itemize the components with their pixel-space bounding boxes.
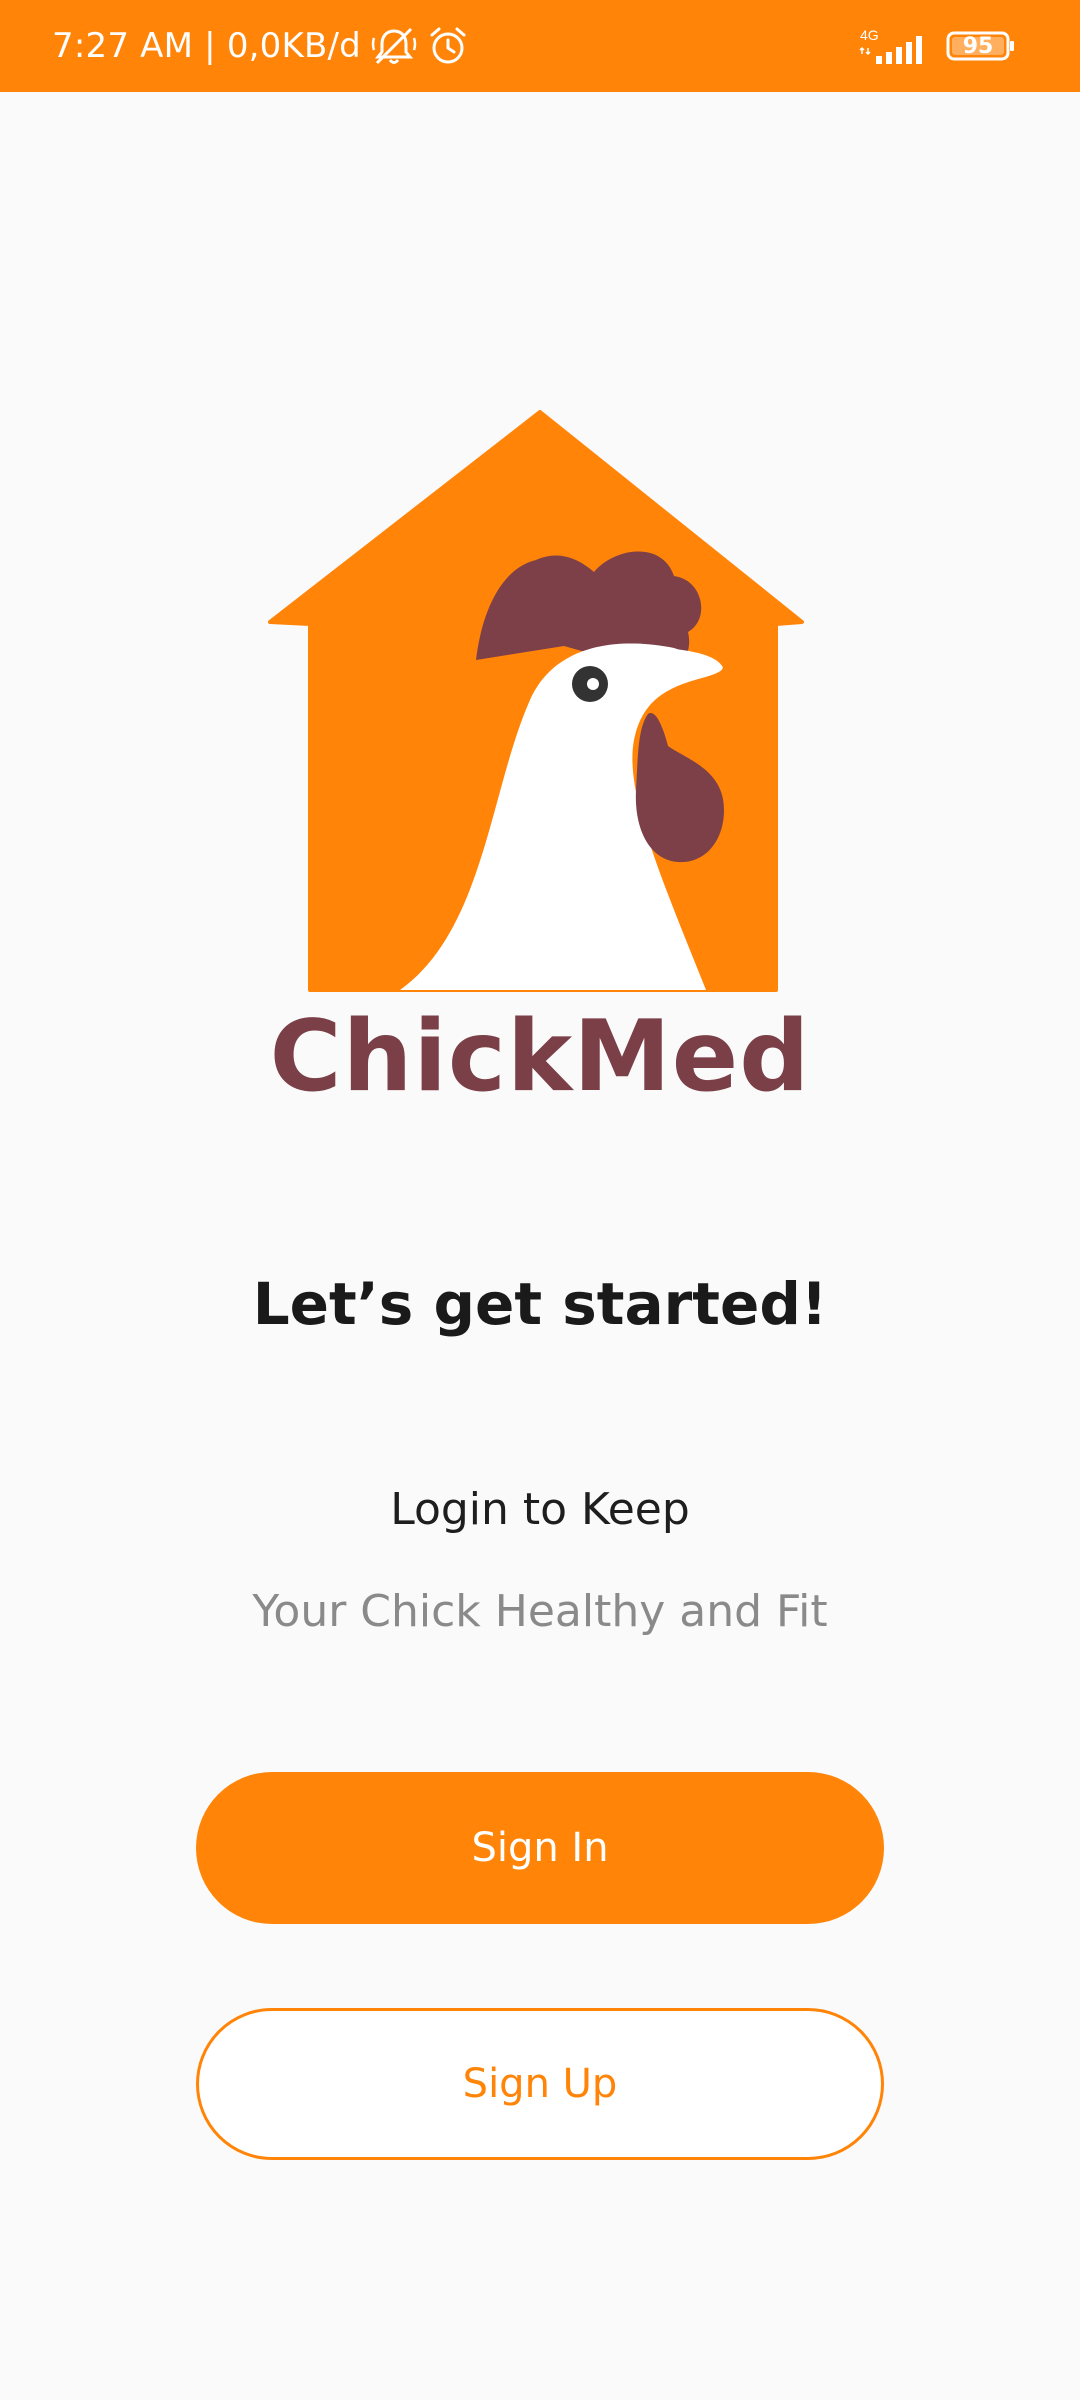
muted-bell-icon — [371, 26, 417, 66]
sign-in-label: Sign In — [471, 1825, 609, 1871]
subtitle: Login to Keep — [390, 1484, 690, 1535]
tagline: Your Chick Healthy and Fit — [252, 1586, 828, 1637]
battery-icon: 95 — [946, 30, 1016, 62]
sign-in-button[interactable]: Sign In — [196, 1772, 884, 1924]
network-type-label: 4G — [860, 27, 879, 43]
sign-up-button[interactable]: Sign Up — [196, 2008, 884, 2160]
status-bar: 7:27 AM | 0,0KB/d 4G 95 — [0, 0, 1080, 92]
welcome-screen: 7:27 AM | 0,0KB/d 4G 95 ChickMed Let’s g… — [0, 0, 1080, 2400]
status-right: 4G 95 — [856, 0, 1016, 92]
sign-up-label: Sign Up — [462, 2061, 618, 2107]
headline: Let’s get started! — [252, 1270, 828, 1338]
chicken-house-logo — [264, 410, 816, 1000]
signal-icon: 4G — [856, 26, 932, 66]
status-left: 7:27 AM | 0,0KB/d — [52, 0, 469, 92]
app-name: ChickMed — [269, 1000, 811, 1114]
status-time-data: 7:27 AM | 0,0KB/d — [52, 26, 361, 66]
alarm-clock-icon — [427, 25, 469, 67]
battery-level-text: 95 — [962, 33, 994, 59]
